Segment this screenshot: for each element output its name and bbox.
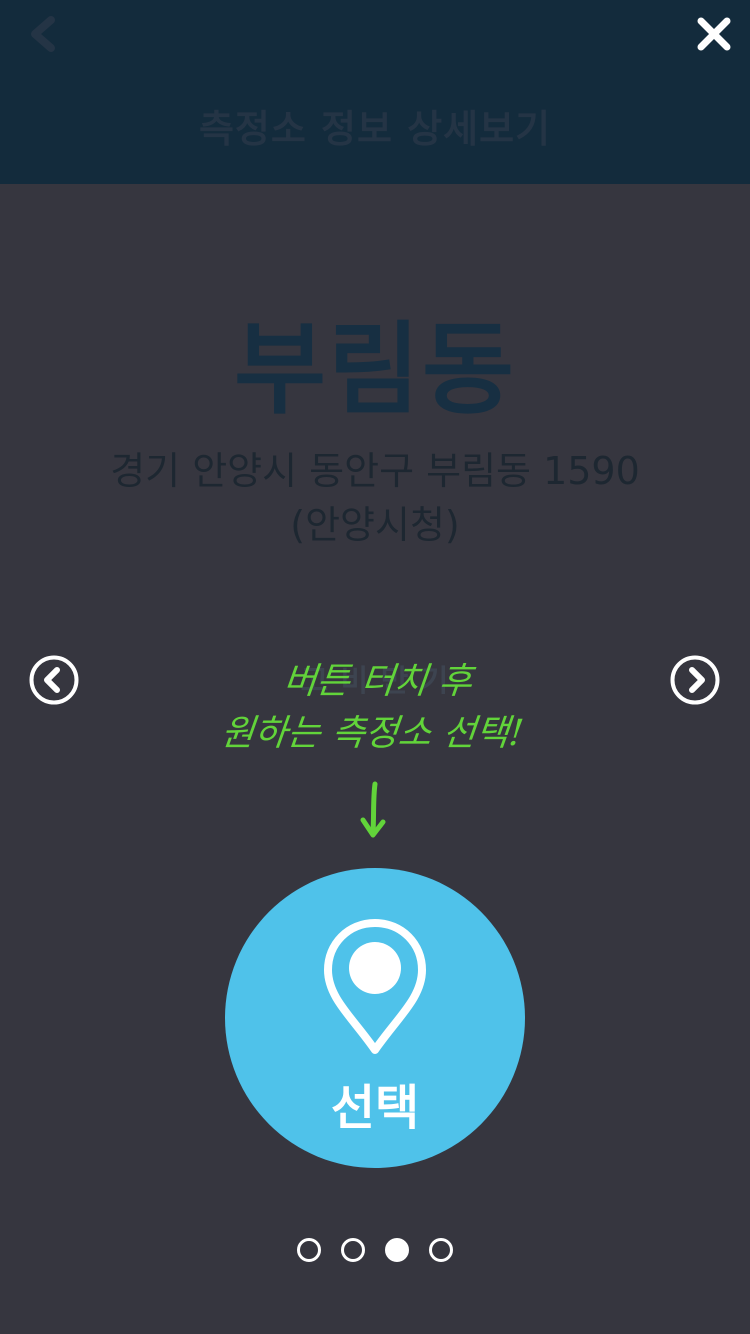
select-button-label: 선택 (330, 1080, 420, 1136)
hint-line-1: 버튼 터치 후 (281, 661, 475, 702)
station-address: 경기 안양시 동안구 부림동 1590 (안양시청) (75, 444, 675, 552)
close-icon (697, 17, 731, 51)
close-button[interactable] (688, 8, 740, 60)
header: 측정소 정보 상세보기 (0, 0, 750, 184)
hint-down-arrow-icon (360, 781, 386, 838)
page-dot-3[interactable] (385, 1238, 409, 1262)
select-station-button[interactable]: 선택 (225, 868, 525, 1168)
chevron-left-icon (31, 16, 55, 52)
station-name: 부림동 (234, 311, 516, 428)
page-dot-4[interactable] (429, 1238, 453, 1262)
location-pin-icon (324, 919, 426, 1054)
page-title: 측정소 정보 상세보기 (198, 107, 552, 151)
station-detail-screen: 측정소 정보 상세보기 부림동 경기 안양시 동안구 부림동 1590 (안양시… (0, 0, 750, 1334)
hint-line-2: 원하는 측정소 선택! (218, 713, 526, 754)
page-dot-2[interactable] (341, 1238, 365, 1262)
page-dot-1[interactable] (297, 1238, 321, 1262)
tutorial-hint: 버튼 터치 후 원하는 측정소 선택! (0, 656, 750, 760)
page-indicator (0, 1238, 750, 1268)
address-line-1: 경기 안양시 동안구 부림동 1590 (110, 449, 640, 493)
back-button[interactable] (18, 10, 66, 58)
address-line-2: (안양시청) (290, 503, 460, 547)
